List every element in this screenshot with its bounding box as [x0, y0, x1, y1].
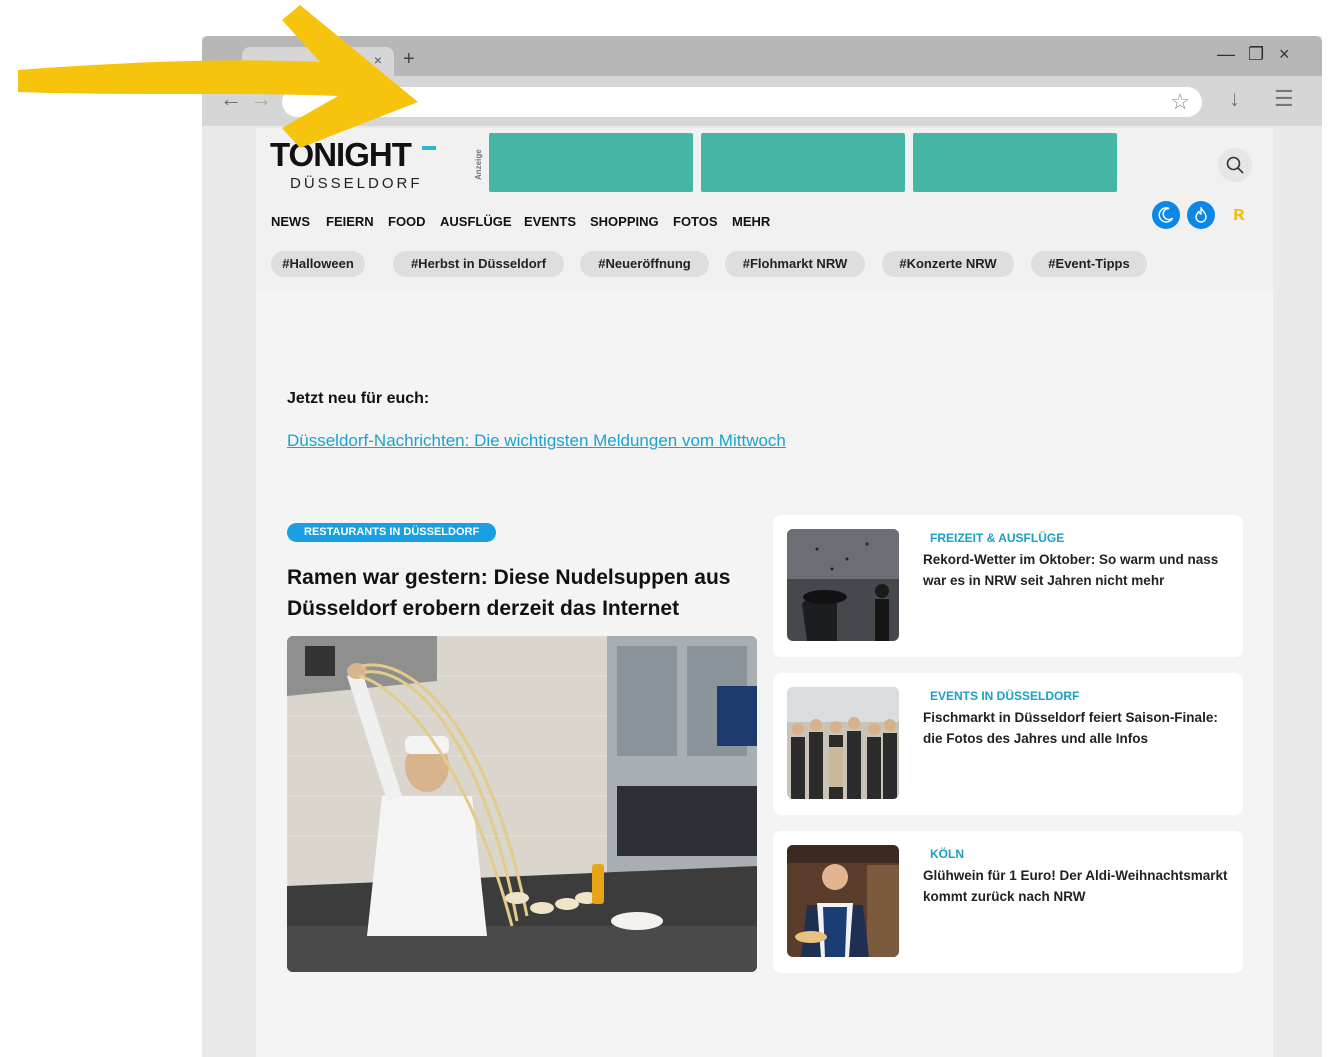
bookmark-star-icon[interactable]: ☆	[1170, 89, 1190, 115]
card-category-3[interactable]: KÖLN	[930, 847, 964, 861]
card-title-2[interactable]: Fischmarkt in Düsseldorf feiert Saison-F…	[923, 707, 1233, 749]
logo-subtitle: DÜSSELDORF	[290, 175, 423, 192]
nav-mehr[interactable]: MEHR	[732, 214, 770, 229]
storm-photo	[787, 529, 899, 641]
nav-food[interactable]: FOOD	[388, 214, 426, 229]
main-article-image[interactable]	[287, 636, 757, 972]
restore-button[interactable]: ❐	[1248, 44, 1264, 65]
ramen-chef-photo	[287, 636, 757, 972]
intro-heading: Jetzt neu für euch:	[287, 390, 430, 407]
card-title-1[interactable]: Rekord-Wetter im Oktober: So warm und na…	[923, 549, 1233, 591]
article-card-3[interactable]: KÖLN Glühwein für 1 Euro! Der Aldi-Weihn…	[773, 831, 1243, 973]
close-window-button[interactable]: ×	[1279, 44, 1290, 65]
search-icon	[1226, 156, 1244, 174]
web-page: TONIGHT DÜSSELDORF Anzeige NEWS FEIERN F…	[256, 128, 1273, 1057]
nav-news[interactable]: NEWS	[271, 214, 310, 229]
chip-halloween[interactable]: #Halloween	[271, 251, 365, 277]
chip-event-tipps[interactable]: #Event-Tipps	[1031, 251, 1147, 277]
chip-herbst[interactable]: #Herbst in Düsseldorf	[393, 251, 564, 277]
ad-banner-1[interactable]	[489, 133, 693, 192]
download-icon[interactable]: ↓	[1229, 86, 1240, 112]
flame-icon	[1195, 205, 1207, 223]
article-card-2[interactable]: EVENTS IN DÜSSELDORF Fischmarkt in Düsse…	[773, 673, 1243, 815]
moon-icon	[1158, 207, 1174, 223]
chip-flohmarkt[interactable]: #Flohmarkt NRW	[725, 251, 865, 277]
fischmarkt-crowd-photo	[787, 687, 899, 799]
minimize-button[interactable]: —	[1217, 44, 1235, 65]
card-thumbnail-2	[787, 687, 899, 799]
menu-icon[interactable]: ☰	[1274, 86, 1294, 112]
search-button[interactable]	[1218, 148, 1252, 182]
card-thumbnail-1	[787, 529, 899, 641]
chip-konzerte[interactable]: #Konzerte NRW	[882, 251, 1014, 277]
ad-label: Anzeige	[474, 149, 483, 180]
card-category-1[interactable]: FREIZEIT & AUSFLÜGE	[930, 531, 1064, 545]
nav-ausfluege[interactable]: AUSFLÜGE	[440, 214, 512, 229]
nav-shopping[interactable]: SHOPPING	[590, 214, 659, 229]
nav-events[interactable]: EVENTS	[524, 214, 576, 229]
card-thumbnail-3	[787, 845, 899, 957]
main-article-title[interactable]: Ramen war gestern: Diese Nudelsuppen aus…	[287, 562, 757, 624]
nav-fotos[interactable]: FOTOS	[673, 214, 718, 229]
article-card-1[interactable]: FREIZEIT & AUSFLÜGE Rekord-Wetter im Okt…	[773, 515, 1243, 657]
trending-button[interactable]	[1187, 201, 1215, 229]
category-tag[interactable]: RESTAURANTS IN DÜSSELDORF	[287, 523, 497, 542]
dark-mode-button[interactable]	[1152, 201, 1180, 229]
rewards-icon[interactable]: ʀ	[1233, 203, 1245, 226]
ad-banner-2[interactable]	[701, 133, 905, 192]
browser-window: × + — ❐ × ← → C ☆ ↓ ☰ TONIGHT DÜSSELDORF…	[202, 36, 1322, 1057]
ad-banner-3[interactable]	[913, 133, 1117, 192]
chip-neueroeffnung[interactable]: #Neueröffnung	[580, 251, 709, 277]
card-title-3[interactable]: Glühwein für 1 Euro! Der Aldi-Weihnachts…	[923, 865, 1233, 907]
news-link[interactable]: Düsseldorf-Nachrichten: Die wichtigsten …	[287, 431, 786, 451]
yellow-arrow-annotation	[18, 5, 418, 148]
gluehwein-photo	[787, 845, 899, 957]
nav-feiern[interactable]: FEIERN	[326, 214, 374, 229]
card-category-2[interactable]: EVENTS IN DÜSSELDORF	[930, 689, 1079, 703]
